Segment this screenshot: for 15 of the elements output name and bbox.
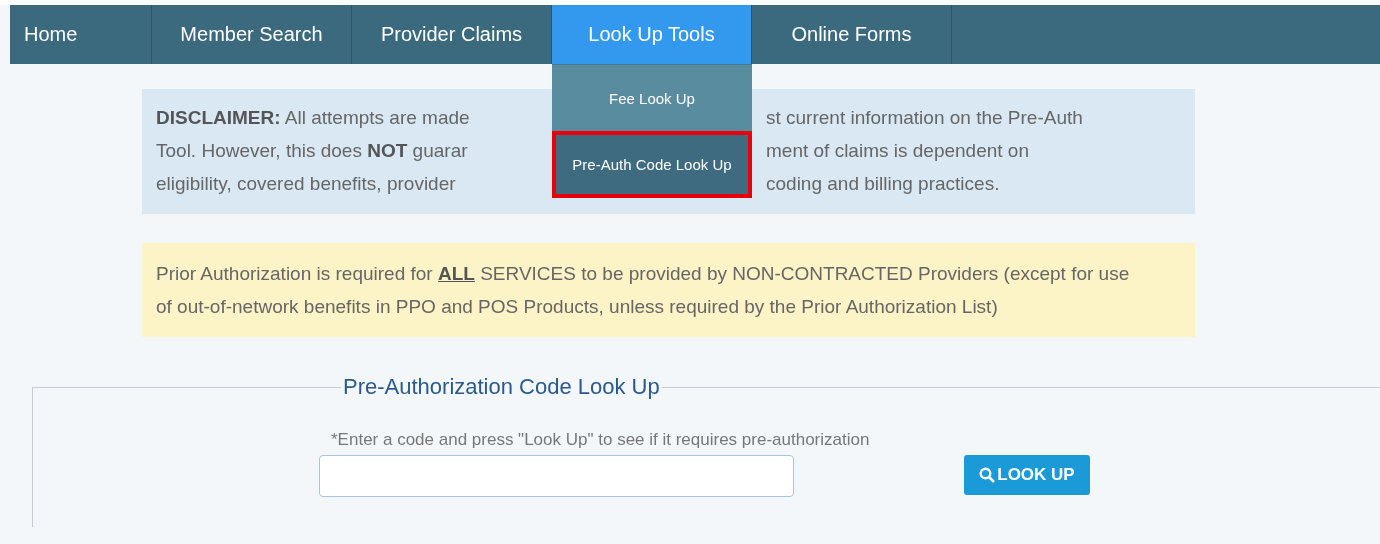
menu-item[interactable]: Pre-Auth Code Look Up (552, 131, 752, 198)
code-field[interactable] (319, 455, 794, 497)
section-title: Pre-Authorization Code Look Up (342, 374, 661, 400)
search-icon (979, 467, 996, 483)
disclaimer-text: ment of claims is dependent on (766, 139, 1030, 163)
hint-text: *Enter a code and press "Look Up" to see if it requires pre-authorization (331, 430, 870, 450)
disclaimer-text: eligibility, covered benefits, provider (156, 172, 457, 196)
nav-tab[interactable]: Look Up Tools (552, 5, 752, 64)
menu-item[interactable]: Fee Look Up (552, 64, 752, 131)
disclaimer-text: st current information on the Pre-Auth (766, 106, 1084, 130)
look-up-button[interactable]: LOOK UP (964, 455, 1090, 495)
disclaimer-text: DISCLAIMER: All attempts are made (156, 106, 471, 130)
notice-text: Prior Authorization is required for ALL SERVICES to be provided by NON-CONTRACTED Providers (except for use of out-of-network benefits in PPO and POS Products, unless required by the Prior Authorization List) (156, 262, 1131, 319)
disclaimer-text: coding and billing practices. (766, 172, 1001, 196)
disclaimer-text: Tool. However, this does NOT guarar (156, 139, 469, 163)
